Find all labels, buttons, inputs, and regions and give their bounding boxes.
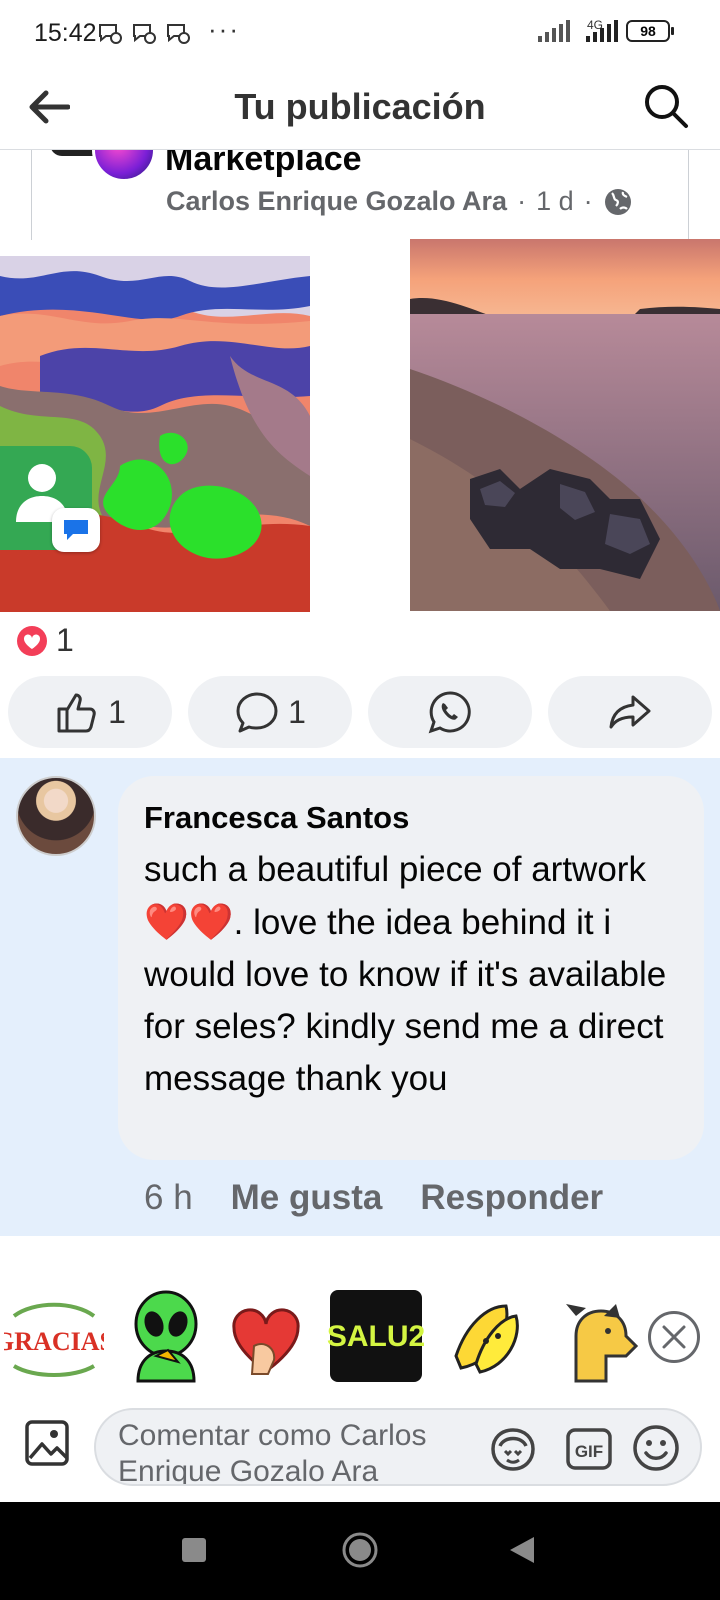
post-actions: 1 1 xyxy=(8,676,712,748)
photo-icon xyxy=(25,1420,69,1466)
avatar-sticker-icon xyxy=(491,1428,535,1471)
salu2-text: SALU2 xyxy=(327,1320,425,1353)
bananas-sticker-icon xyxy=(454,1304,519,1374)
thumbs-up-icon xyxy=(57,693,96,733)
comment-like-link[interactable]: Me gusta xyxy=(231,1178,383,1218)
smiley-icon xyxy=(633,1425,679,1471)
emoji-button[interactable] xyxy=(630,1422,682,1474)
sticker-salu2[interactable]: SALU2 xyxy=(326,1286,426,1386)
group-name[interactable]: Marketplace xyxy=(165,150,362,179)
sticker-suggestions: GRACIAS SALU2 xyxy=(0,1286,720,1398)
home-button[interactable] xyxy=(340,1530,380,1570)
whatsapp-icon xyxy=(428,691,471,734)
comment-author[interactable]: Francesca Santos xyxy=(144,800,678,836)
status-bar: 15:42 ··· 4G 98 xyxy=(0,0,720,66)
post-time[interactable]: 1 d xyxy=(536,186,574,217)
system-navigation-bar xyxy=(0,1502,720,1600)
chat-bubble-icon xyxy=(133,24,156,44)
beach-sunset-photo xyxy=(410,239,720,611)
gif-label: GIF xyxy=(575,1442,603,1461)
post-author[interactable]: Carlos Enrique Gozalo Ara xyxy=(166,186,507,217)
sticker-heart-hand[interactable] xyxy=(216,1286,316,1386)
comment-input[interactable]: Comentar como Carlos Enrique Gozalo Ara … xyxy=(94,1408,702,1486)
heart-hand-sticker-icon xyxy=(232,1308,300,1375)
red-heart-icon: ❤️❤️ xyxy=(144,901,234,942)
top-app-bar: Tu publicación xyxy=(0,66,720,150)
comment-actions: 6 h Me gusta Responder xyxy=(144,1178,603,1218)
reaction-summary[interactable]: 1 xyxy=(16,622,74,659)
status-time: 15:42 xyxy=(34,19,97,47)
shared-post-card[interactable]: Marketplace Carlos Enrique Gozalo Ara · … xyxy=(31,150,689,240)
message-badge xyxy=(52,508,100,552)
page-title: Tu publicación xyxy=(234,86,486,127)
sticker-bananas[interactable] xyxy=(436,1286,536,1386)
share-arrow-icon xyxy=(609,695,651,729)
comment-bubble[interactable]: Francesca Santos such a beautiful piece … xyxy=(118,776,704,1160)
battery-indicator: 98 xyxy=(626,20,674,42)
share-button[interactable] xyxy=(548,676,712,748)
comment-composer: Comentar como Carlos Enrique Gozalo Ara … xyxy=(0,1398,720,1502)
comment-item: Francesca Santos such a beautiful piece … xyxy=(0,758,720,1236)
love-reaction-icon xyxy=(17,625,47,656)
search-button[interactable] xyxy=(638,78,694,134)
signal-4g-icon xyxy=(586,20,618,42)
notification-icons xyxy=(97,20,191,46)
comment-button[interactable]: 1 xyxy=(188,676,352,748)
home-circle-icon xyxy=(342,1532,378,1568)
message-bubble-icon xyxy=(64,520,88,540)
avatar-sticker-button[interactable] xyxy=(488,1424,538,1474)
comment-time: 6 h xyxy=(144,1178,193,1217)
screen: 15:42 ··· 4G 98 Tu publicación Marketpla… xyxy=(0,0,720,1600)
close-stickers-button[interactable] xyxy=(648,1311,700,1363)
sticker-alien[interactable] xyxy=(116,1286,216,1386)
status-right: 98 xyxy=(538,20,674,42)
like-count: 1 xyxy=(108,693,126,730)
like-button[interactable]: 1 xyxy=(8,676,172,748)
triangle-back-icon xyxy=(510,1537,534,1563)
group-avatar[interactable] xyxy=(92,150,156,182)
square-icon xyxy=(182,1538,206,1562)
gracias-text: GRACIAS xyxy=(4,1327,104,1356)
chat-bubble-icon xyxy=(99,24,122,44)
meta-separator: · xyxy=(583,186,593,216)
commenter-avatar[interactable] xyxy=(16,776,96,856)
recents-button[interactable] xyxy=(174,1530,214,1570)
chat-bubble-icon xyxy=(167,24,190,44)
more-notifications-icon: ··· xyxy=(208,14,240,44)
salu2-sticker-icon: SALU2 xyxy=(327,1290,425,1382)
dog-sticker-icon xyxy=(566,1304,639,1383)
back-nav-button[interactable] xyxy=(502,1530,542,1570)
comment-count: 1 xyxy=(288,693,306,730)
post-image-beach[interactable] xyxy=(410,239,720,611)
gracias-sticker-icon: GRACIAS xyxy=(4,1302,104,1377)
comment-text-start: such a beautiful piece of artwork xyxy=(144,850,646,889)
comment-reply-link[interactable]: Responder xyxy=(420,1178,603,1218)
abstract-artwork xyxy=(0,256,310,612)
meta-separator: · xyxy=(517,186,527,216)
alien-sticker-icon xyxy=(134,1290,198,1383)
post-image-abstract[interactable] xyxy=(0,256,310,612)
sticker-gracias[interactable]: GRACIAS xyxy=(4,1286,104,1386)
floating-messages-bubble[interactable] xyxy=(0,446,100,552)
gif-button[interactable]: GIF xyxy=(564,1424,614,1474)
post-meta: Carlos Enrique Gozalo Ara · 1 d · xyxy=(166,186,633,217)
gif-icon: GIF xyxy=(566,1428,612,1470)
comment-text: such a beautiful piece of artwork ❤️❤️. … xyxy=(144,844,678,1105)
globe-icon xyxy=(604,188,631,215)
comment-input-placeholder: Comentar como Carlos Enrique Gozalo Ara xyxy=(118,1419,427,1486)
search-icon xyxy=(645,85,688,128)
sticker-dog[interactable] xyxy=(546,1286,646,1386)
reaction-count: 1 xyxy=(56,622,74,658)
close-icon xyxy=(662,1325,686,1349)
whatsapp-share-button[interactable] xyxy=(368,676,532,748)
signal-icon xyxy=(538,20,570,42)
add-photo-button[interactable] xyxy=(24,1418,70,1468)
comment-icon xyxy=(236,692,278,733)
